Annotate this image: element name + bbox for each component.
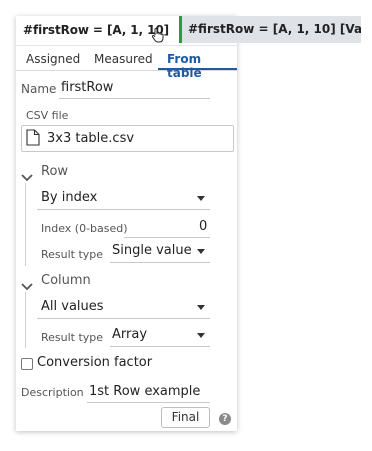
column-mode-underline [37,318,210,319]
row-mode-select[interactable]: By index [41,190,97,205]
final-button[interactable]: Final [161,407,210,428]
row-result-type-label: Result type [41,248,104,261]
tab-assigned[interactable]: Assigned [26,52,80,66]
variable-tooltip: #firstRow = [A, 1, 10] [Variable] [179,16,361,43]
description-field[interactable]: 1st Row example [89,384,200,399]
row-index-label: Index (0-based) [41,222,128,235]
conversion-factor-label[interactable]: Conversion factor [37,355,152,370]
hand-pointer-icon [151,27,165,47]
row-index-underline [124,237,210,238]
tab-bar: Assigned Measured From table [16,46,237,80]
file-icon [26,129,40,150]
column-collapse-chevron-icon[interactable] [21,276,33,295]
column-mode-chevron-down-icon[interactable] [197,305,205,310]
row-mode-chevron-down-icon[interactable] [197,196,205,201]
help-icon[interactable]: ? [219,413,231,425]
name-field[interactable]: firstRow [61,80,113,95]
csv-file-field[interactable]: 3x3 table.csv [21,125,234,152]
column-result-type-select[interactable]: Array [112,327,147,342]
active-tab-indicator [158,68,237,70]
conversion-factor-checkbox[interactable] [21,358,33,370]
row-collapse-chevron-icon[interactable] [21,167,33,186]
row-result-underline [110,262,210,263]
csv-file-name: 3x3 table.csv [47,131,135,146]
row-mode-underline [37,209,210,210]
row-index-field[interactable]: 0 [199,219,207,234]
row-result-type-select[interactable]: Single value [112,243,192,258]
tab-from-table[interactable]: From table [167,52,237,80]
variable-dialog: #firstRow = [A, 1, 10] Assigned Measured… [16,16,237,431]
column-result-chevron-down-icon[interactable] [197,333,205,338]
column-result-underline [110,346,210,347]
tab-measured[interactable]: Measured [94,52,153,66]
column-section-title[interactable]: Column [41,273,91,288]
row-section-rule [25,183,26,266]
dialog-title: #firstRow = [A, 1, 10] [23,23,169,37]
name-label: Name [21,82,57,96]
description-underline [87,402,210,403]
description-label: Description [21,386,84,399]
column-section-rule [25,292,26,348]
row-result-chevron-down-icon[interactable] [197,249,205,254]
csv-file-label: CSV file [26,109,69,122]
column-result-type-label: Result type [41,331,104,344]
column-mode-select[interactable]: All values [41,299,104,314]
row-section-title[interactable]: Row [41,164,68,179]
name-field-underline [59,98,210,99]
